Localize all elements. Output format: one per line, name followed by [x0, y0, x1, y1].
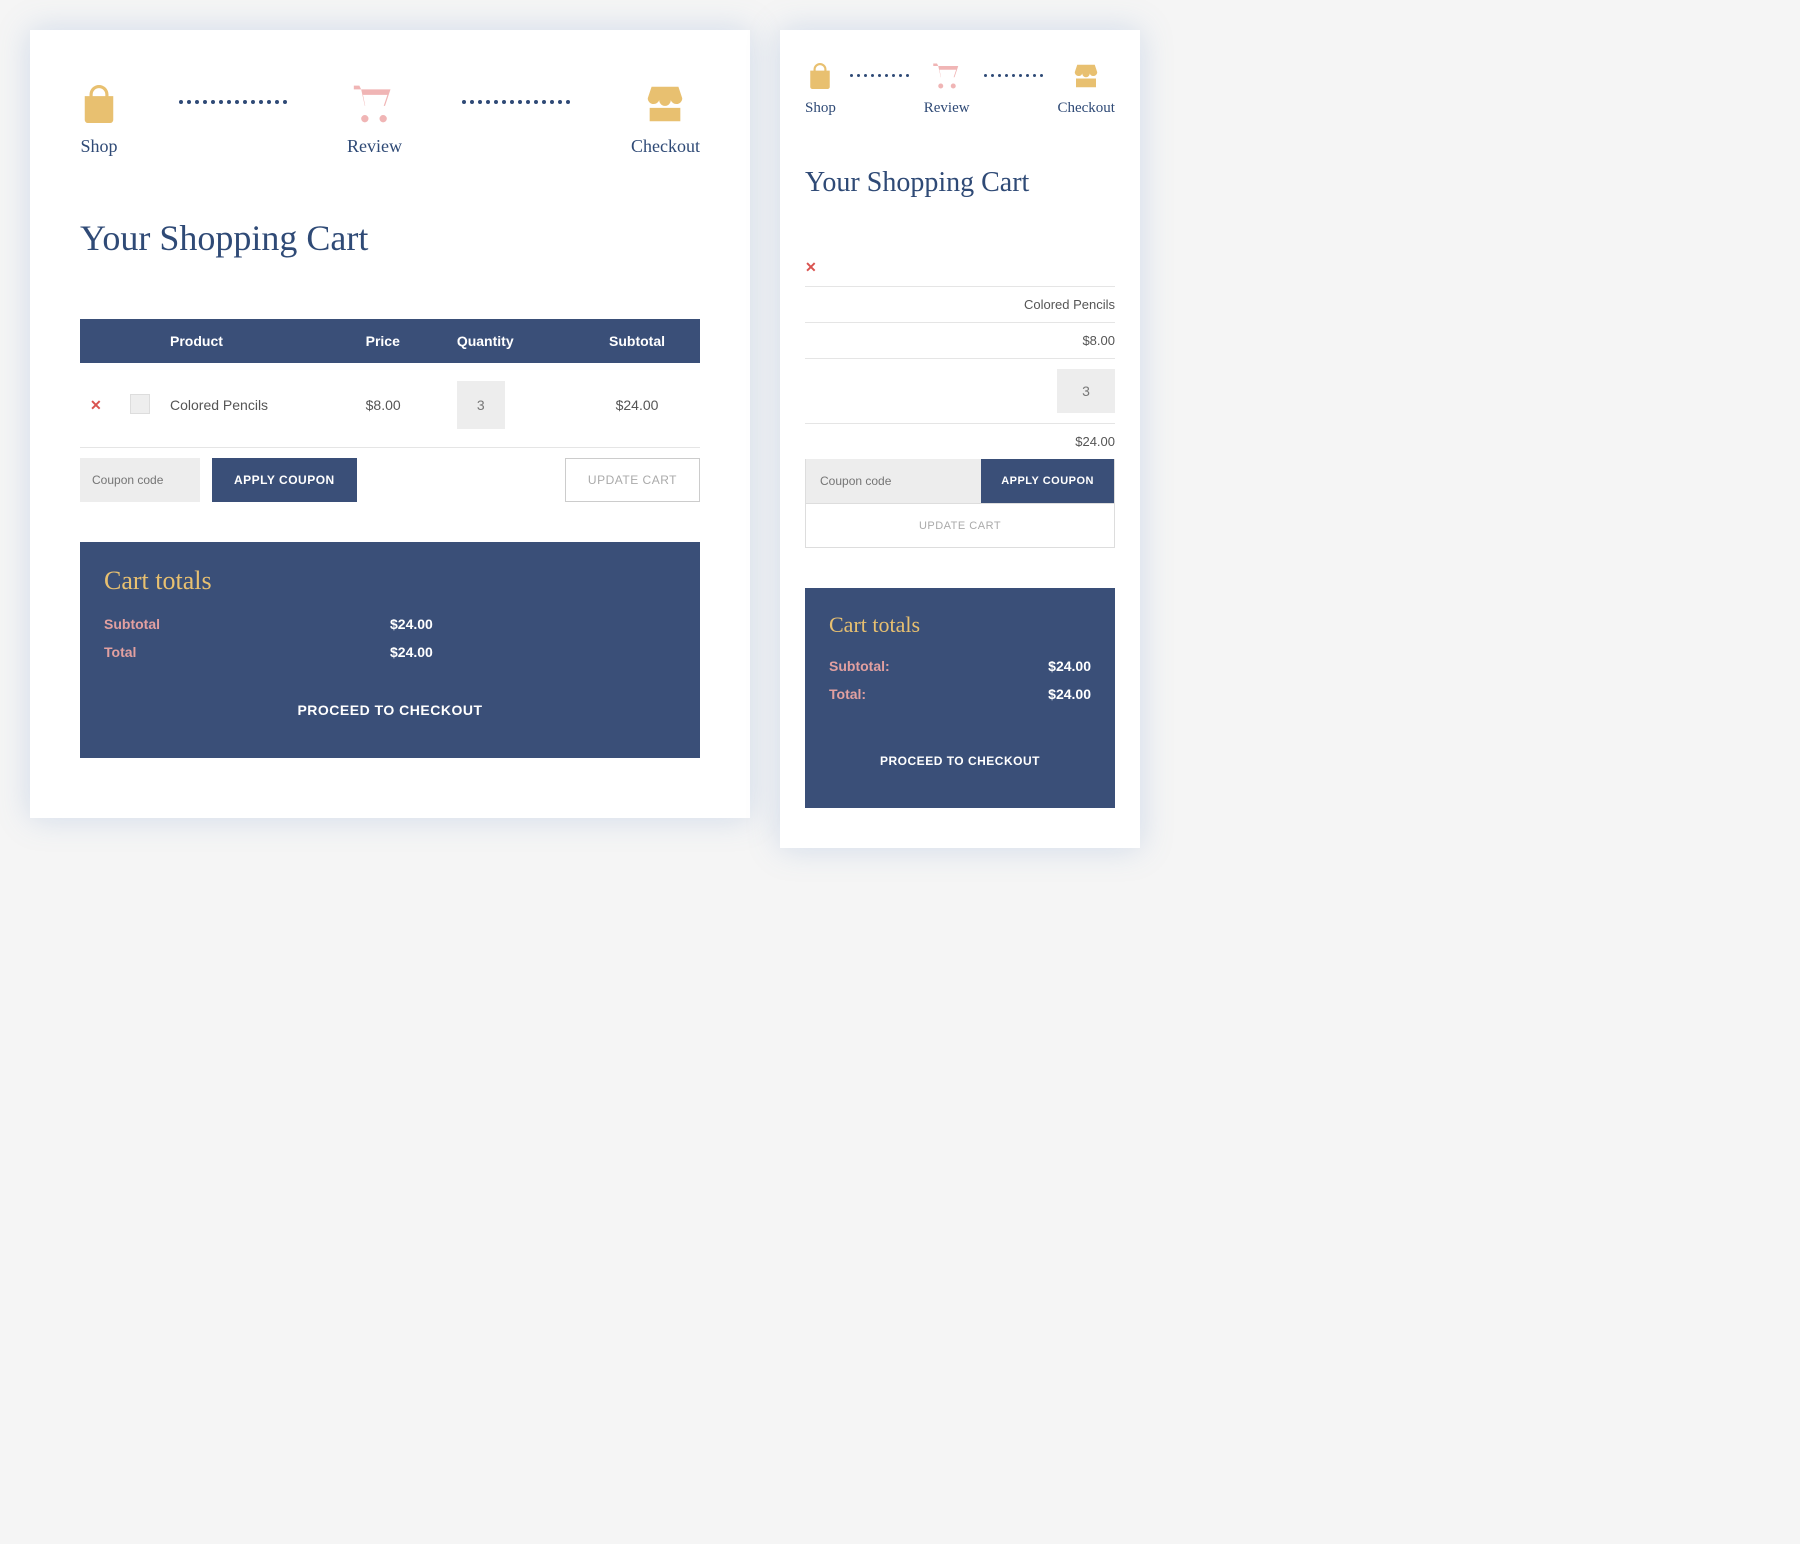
- product-subtotal: $24.00: [574, 363, 700, 448]
- checkout-steps: Shop Review Checkout: [805, 60, 1115, 117]
- quantity-input[interactable]: [457, 381, 505, 429]
- subtotal-label: Subtotal: [104, 616, 390, 632]
- step-divider: [179, 100, 287, 104]
- cart-page-mobile: Shop Review Checkout Your Shopping Cart …: [780, 30, 1140, 848]
- coupon-code-input[interactable]: [80, 458, 200, 502]
- update-cart-button[interactable]: UPDATE CART: [806, 503, 1114, 547]
- step-review[interactable]: Review: [347, 80, 402, 157]
- step-checkout[interactable]: Checkout: [631, 80, 700, 157]
- cart-table: Product Price Quantity Subtotal ✕ Colore…: [80, 319, 700, 448]
- cart-page-desktop: Shop Review Checkout Your Shopping Cart: [30, 30, 750, 818]
- shopping-cart-icon: [352, 82, 396, 126]
- product-name[interactable]: Colored Pencils: [805, 287, 1115, 323]
- step-checkout[interactable]: Checkout: [1057, 60, 1115, 117]
- col-subtotal: Subtotal: [574, 319, 700, 363]
- page-title: Your Shopping Cart: [80, 217, 700, 259]
- step-shop-label: Shop: [805, 100, 836, 117]
- subtotal-value: $24.00: [390, 616, 433, 632]
- cart-totals: Cart totals Subtotal $24.00 Total $24.00…: [80, 542, 700, 758]
- product-price: $8.00: [805, 323, 1115, 359]
- step-shop-label: Shop: [80, 136, 117, 157]
- step-shop[interactable]: Shop: [805, 60, 836, 117]
- step-divider: [850, 74, 909, 77]
- remove-row: ✕: [805, 249, 1115, 287]
- cart-totals: Cart totals Subtotal: $24.00 Total: $24.…: [805, 588, 1115, 808]
- cart-totals-heading: Cart totals: [104, 566, 676, 596]
- product-price: $8.00: [356, 363, 447, 448]
- remove-item-button[interactable]: ✕: [805, 259, 817, 276]
- quantity-row: [805, 359, 1115, 424]
- col-price: Price: [356, 319, 447, 363]
- total-value: $24.00: [1048, 686, 1091, 702]
- cart-row: ✕ Colored Pencils $8.00 $24.00: [80, 363, 700, 448]
- storefront-icon: [1071, 61, 1101, 91]
- total-label: Total: [104, 644, 390, 660]
- total-value: $24.00: [390, 644, 433, 660]
- col-quantity: Quantity: [447, 319, 574, 363]
- page-title: Your Shopping Cart: [805, 167, 1115, 199]
- step-review-label: Review: [347, 136, 402, 157]
- proceed-to-checkout-button[interactable]: PROCEED TO CHECKOUT: [104, 672, 676, 728]
- product-name[interactable]: Colored Pencils: [160, 363, 356, 448]
- product-subtotal: $24.00: [805, 424, 1115, 459]
- storefront-icon: [642, 81, 688, 127]
- step-review-label: Review: [924, 100, 970, 117]
- total-label: Total:: [829, 686, 1048, 702]
- step-checkout-label: Checkout: [1057, 100, 1115, 117]
- update-cart-button[interactable]: UPDATE CART: [565, 458, 700, 502]
- apply-coupon-button[interactable]: APPLY COUPON: [212, 458, 357, 502]
- coupon-code-input[interactable]: [806, 459, 981, 503]
- product-thumbnail[interactable]: [130, 394, 150, 414]
- apply-coupon-button[interactable]: APPLY COUPON: [981, 459, 1114, 503]
- cart-totals-heading: Cart totals: [829, 612, 1091, 638]
- proceed-to-checkout-button[interactable]: PROCEED TO CHECKOUT: [829, 714, 1091, 778]
- step-divider: [462, 100, 570, 104]
- checkout-steps: Shop Review Checkout: [80, 80, 700, 157]
- step-shop[interactable]: Shop: [80, 80, 118, 157]
- col-product: Product: [160, 319, 356, 363]
- step-review[interactable]: Review: [924, 60, 970, 117]
- subtotal-label: Subtotal:: [829, 658, 1048, 674]
- quantity-input[interactable]: [1057, 369, 1115, 413]
- shopping-cart-icon: [932, 61, 962, 91]
- subtotal-value: $24.00: [1048, 658, 1091, 674]
- remove-item-button[interactable]: ✕: [90, 397, 102, 413]
- step-checkout-label: Checkout: [631, 136, 700, 157]
- cart-list: ✕ Colored Pencils $8.00 $24.00 APPLY COU…: [805, 249, 1115, 548]
- step-divider: [984, 74, 1043, 77]
- shopping-bag-icon: [80, 85, 118, 123]
- shopping-bag-icon: [807, 63, 833, 89]
